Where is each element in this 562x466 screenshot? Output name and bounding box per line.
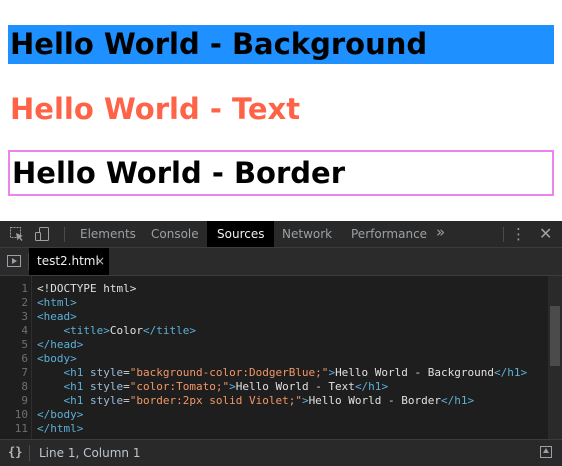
line-number: 1 bbox=[21, 282, 28, 295]
more-tabs-icon[interactable]: » bbox=[436, 223, 445, 241]
code-line[interactable]: 8 <h1 style="color:Tomato;">Hello World … bbox=[0, 380, 548, 394]
code-line[interactable]: 9 <h1 style="border:2px solid Violet;">H… bbox=[0, 394, 548, 408]
device-toolbar-icon[interactable] bbox=[34, 226, 50, 242]
code-line[interactable]: 6 <body> bbox=[0, 352, 548, 366]
heading-border: Hello World - Border bbox=[8, 150, 554, 196]
file-tab-bar: test2.html × bbox=[0, 248, 562, 276]
code-line[interactable]: 2 <html> bbox=[0, 296, 548, 310]
code-line[interactable]: 5 </head> bbox=[0, 338, 548, 352]
heading-background: Hello World - Background bbox=[8, 25, 554, 64]
code-editor[interactable]: 1 <!DOCTYPE html> 2 <html> 3 <head> 4 <title>C… bbox=[0, 276, 562, 439]
code-text: <!DOCTYPE html> bbox=[37, 282, 137, 295]
heading-text-color: Hello World - Text bbox=[10, 92, 301, 126]
code-text: <h1 style="color:Tomato;">Hello World - … bbox=[63, 380, 389, 393]
code-line[interactable]: 1 <!DOCTYPE html> bbox=[0, 282, 548, 296]
tab-elements[interactable]: Elements bbox=[70, 221, 146, 247]
code-line[interactable]: 4 <title>Color</title> bbox=[0, 324, 548, 338]
tab-console[interactable]: Console bbox=[141, 221, 209, 247]
line-number: 6 bbox=[21, 352, 28, 365]
tab-sources[interactable]: Sources bbox=[207, 221, 275, 247]
code-text: <title>Color</title> bbox=[63, 324, 196, 337]
tab-network[interactable]: Network bbox=[272, 221, 342, 247]
devtools-toolbar: Elements Console Sources Network Perform… bbox=[0, 221, 562, 248]
line-number: 3 bbox=[21, 310, 28, 323]
file-tab-label: test2.html bbox=[37, 254, 99, 268]
code-line[interactable]: 3 <head> bbox=[0, 310, 548, 324]
status-bar: {} Line 1, Column 1 bbox=[0, 439, 562, 466]
inspect-element-icon[interactable] bbox=[9, 226, 25, 242]
cursor-position: Line 1, Column 1 bbox=[39, 446, 141, 460]
close-icon[interactable]: ✕ bbox=[539, 224, 552, 244]
close-file-icon[interactable]: × bbox=[95, 248, 105, 275]
code-text: </html> bbox=[37, 422, 84, 435]
scrollbar-thumb[interactable] bbox=[550, 306, 560, 366]
code-text: <head> bbox=[37, 310, 77, 323]
line-number: 7 bbox=[21, 366, 28, 379]
line-number: 9 bbox=[21, 394, 28, 407]
code-text: <h1 style="background-color:DodgerBlue;"… bbox=[63, 366, 528, 379]
line-number: 10 bbox=[14, 408, 28, 421]
code-line[interactable]: 10 </body> bbox=[0, 408, 548, 422]
code-line[interactable]: 11 </html> bbox=[0, 422, 548, 436]
tab-performance[interactable]: Performance bbox=[341, 221, 437, 247]
navigator-toggle-icon[interactable] bbox=[7, 255, 21, 267]
code-text: <html> bbox=[37, 296, 77, 309]
coverage-drawer-icon[interactable] bbox=[540, 446, 552, 458]
code-text: <body> bbox=[37, 352, 77, 365]
line-number: 8 bbox=[21, 380, 28, 393]
line-number: 5 bbox=[21, 338, 28, 351]
line-number: 4 bbox=[21, 324, 28, 337]
devtools-panel: Elements Console Sources Network Perform… bbox=[0, 221, 562, 466]
code-text: <h1 style="border:2px solid Violet;">Hel… bbox=[63, 394, 475, 407]
code-line[interactable]: 7 <h1 style="background-color:DodgerBlue… bbox=[0, 366, 548, 380]
toolbar-divider bbox=[64, 227, 65, 242]
line-number: 2 bbox=[21, 296, 28, 309]
file-tab-test2[interactable]: test2.html × bbox=[29, 248, 109, 275]
statusbar-divider bbox=[29, 445, 30, 461]
toolbar-divider bbox=[503, 227, 504, 242]
menu-icon[interactable]: ⋮ bbox=[511, 224, 526, 244]
code-text: </body> bbox=[37, 408, 84, 421]
line-number: 11 bbox=[14, 422, 28, 435]
pretty-print-button[interactable]: {} bbox=[8, 445, 22, 459]
editor-scrollbar[interactable] bbox=[548, 276, 562, 439]
code-text: </head> bbox=[37, 338, 84, 351]
